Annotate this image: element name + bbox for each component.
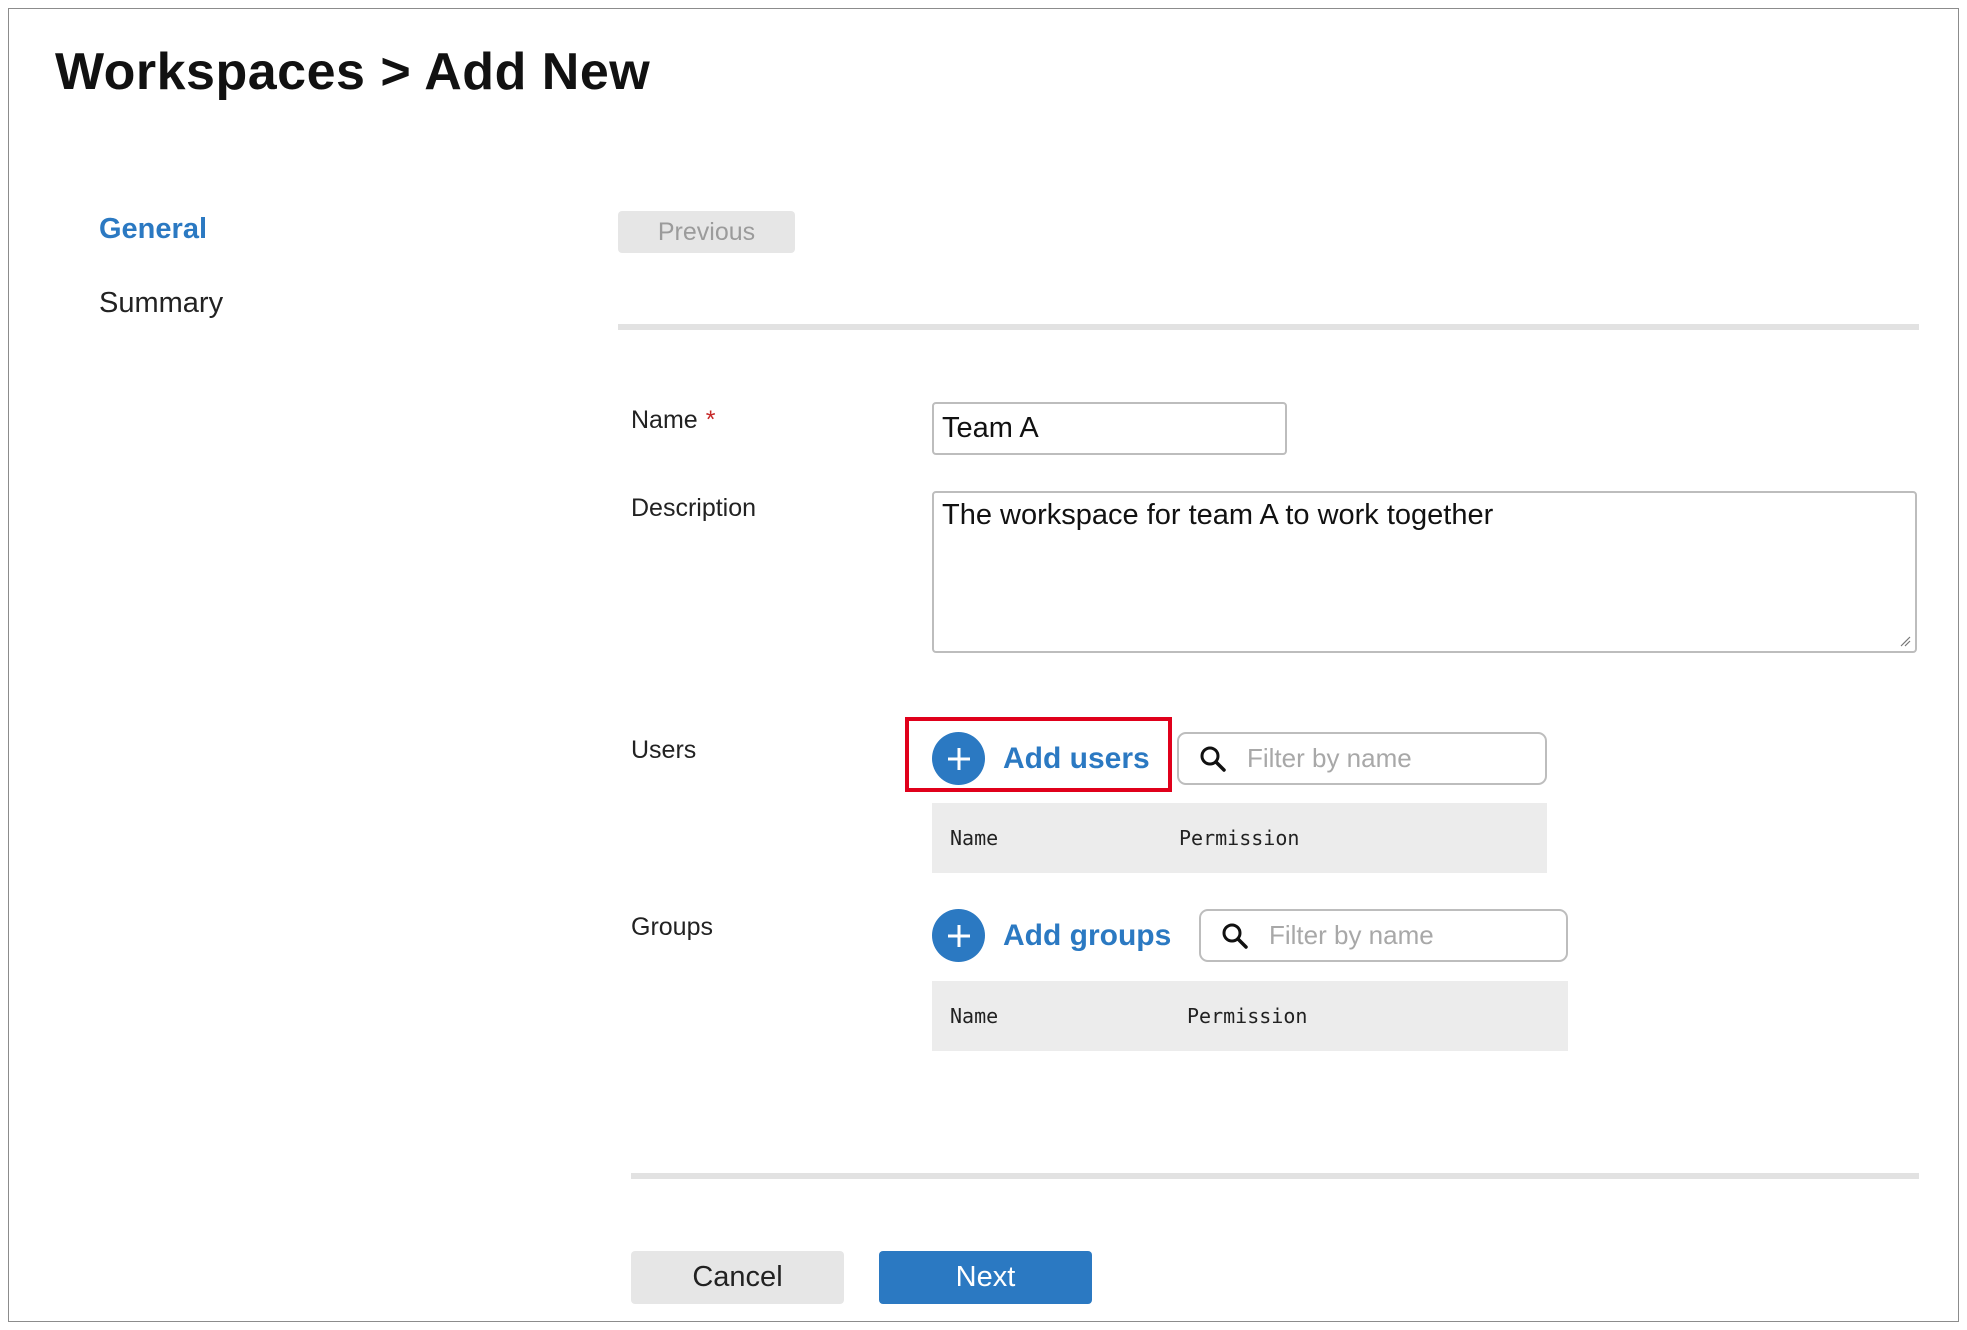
page-title: Workspaces > Add New	[55, 43, 651, 101]
groups-table-header: Name Permission	[932, 981, 1568, 1051]
name-input[interactable]: Team A	[932, 402, 1287, 455]
name-label-text: Name	[631, 406, 698, 434]
highlight-box	[905, 717, 1172, 792]
groups-filter-input[interactable]: Filter by name	[1199, 909, 1568, 962]
resize-grip-icon[interactable]	[1899, 635, 1911, 647]
users-filter-input[interactable]: Filter by name	[1177, 732, 1547, 785]
nav-item-general[interactable]: General	[99, 213, 207, 246]
add-groups-label: Add groups	[1003, 918, 1172, 952]
divider-top	[618, 324, 1919, 330]
previous-button[interactable]: Previous	[618, 211, 795, 253]
users-filter-placeholder: Filter by name	[1247, 743, 1412, 773]
next-button[interactable]: Next	[879, 1251, 1092, 1304]
description-textarea[interactable]: The workspace for team A to work togethe…	[932, 491, 1917, 653]
nav-item-summary[interactable]: Summary	[99, 287, 223, 320]
description-label: Description	[631, 494, 757, 522]
groups-column-permission[interactable]: Permission	[1187, 981, 1307, 1051]
users-column-name[interactable]: Name	[950, 803, 998, 873]
search-icon	[1200, 746, 1226, 772]
plus-circle-icon	[932, 909, 985, 962]
users-label: Users	[631, 736, 697, 764]
cancel-button[interactable]: Cancel	[631, 1251, 844, 1304]
users-column-permission[interactable]: Permission	[1179, 803, 1299, 873]
users-table-header: Name Permission	[932, 803, 1547, 873]
divider-bottom	[631, 1173, 1919, 1179]
name-label: Name *	[631, 406, 715, 435]
window-frame	[8, 8, 1959, 1322]
groups-label: Groups	[631, 913, 713, 941]
description-value: The workspace for team A to work togethe…	[942, 499, 1494, 531]
groups-filter-placeholder: Filter by name	[1269, 920, 1434, 950]
add-groups-button[interactable]: Add groups	[932, 909, 1171, 962]
groups-column-name[interactable]: Name	[950, 981, 998, 1051]
search-icon	[1222, 923, 1248, 949]
required-mark: *	[705, 406, 716, 434]
